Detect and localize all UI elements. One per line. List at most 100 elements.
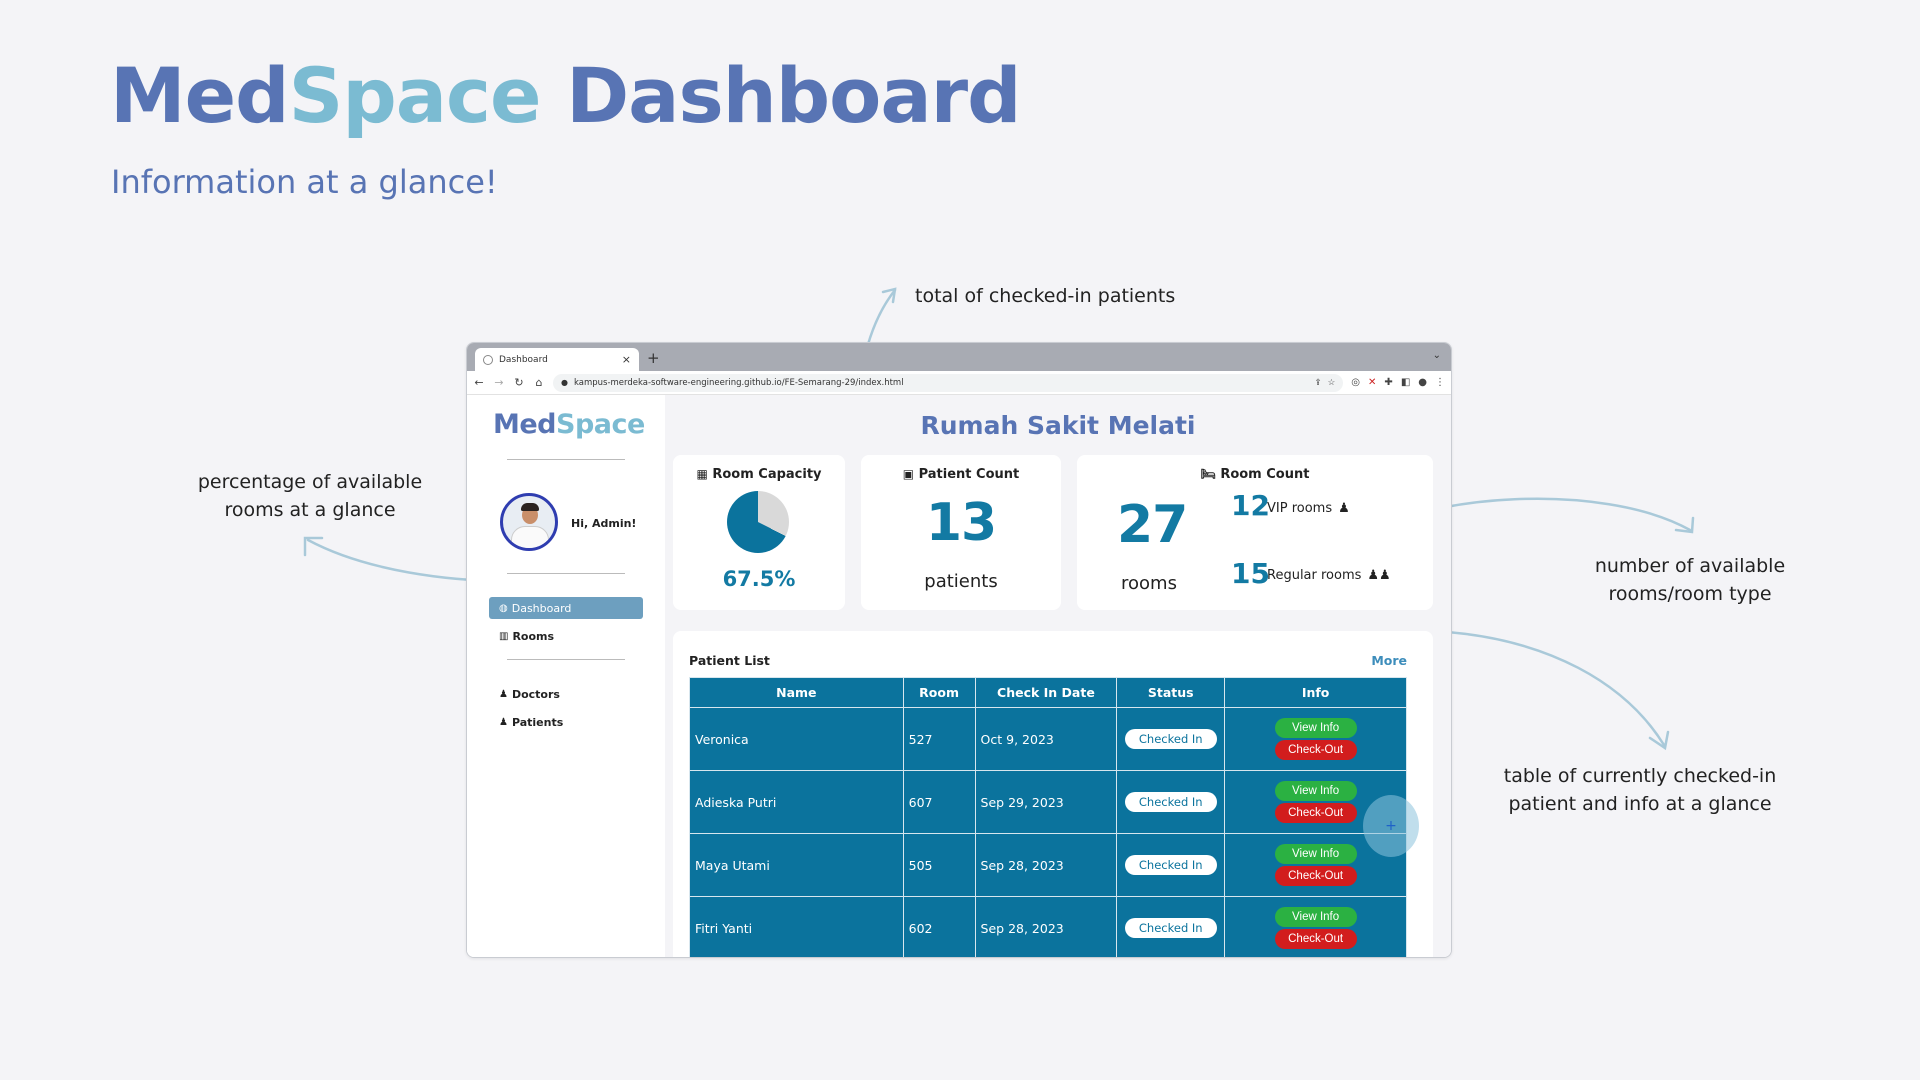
puzzle-icon[interactable]: ✚ — [1384, 377, 1392, 388]
patient-list-card: Patient List More Name Room Check In Dat… — [673, 631, 1433, 957]
patient-room: 527 — [902, 707, 976, 771]
vip-room-count: 12 — [1231, 489, 1270, 522]
people-icon: ♟♟ — [1367, 568, 1391, 583]
room-count-total: 27 — [1117, 495, 1188, 555]
patient-count-label: patients — [924, 571, 998, 592]
check-out-button[interactable]: Check-Out — [1274, 740, 1357, 760]
annotation-table: table of currently checked-in patient an… — [1470, 762, 1810, 818]
annotation-checked-in: total of checked-in patients — [915, 285, 1176, 307]
sidebar-item-rooms[interactable]: ▥ Rooms — [489, 625, 643, 647]
browser-window: Dashboard × + ⌄ ← → ↻ ⌂ ● kampus-merdeka… — [466, 342, 1452, 958]
more-link[interactable]: More — [1371, 653, 1407, 668]
sidebar-item-doctors[interactable]: ♟ Doctors — [489, 683, 643, 705]
sidebar-divider — [507, 459, 625, 460]
bed-icon: 🛏 — [1200, 467, 1216, 481]
check-out-button[interactable]: Check-Out — [1274, 866, 1357, 886]
table-row: Adieska Putri 607 Sep 29, 2023 Checked I… — [689, 770, 1407, 834]
url-field[interactable]: ● kampus-merdeka-software-engineering.gi… — [553, 373, 1344, 392]
view-info-button[interactable]: View Info — [1274, 781, 1357, 801]
new-tab-icon[interactable]: + — [647, 349, 660, 367]
brand-logo[interactable]: MedSpace — [493, 409, 645, 440]
avatar — [500, 493, 558, 551]
app-body: MedSpace Hi, Admin! ◍ Dashboard ▥ Rooms … — [467, 395, 1451, 957]
room-capacity-card: ▦ Room Capacity 67.5% — [673, 455, 845, 610]
vip-room-label-text: VIP rooms — [1267, 501, 1333, 516]
extension-icons: ◎ ✕ ✚ ◧ ● ⋮ — [1351, 377, 1445, 388]
status-cell: Checked In — [1116, 707, 1226, 771]
floating-add-button[interactable]: + — [1363, 795, 1419, 857]
check-out-button[interactable]: Check-Out — [1274, 803, 1357, 823]
person-icon: ♟ — [1338, 501, 1350, 516]
vip-room-label: VIP rooms ♟ — [1267, 501, 1350, 516]
info-cell: View Info Check-Out — [1224, 707, 1407, 771]
hospital-name: Rumah Sakit Melati — [920, 411, 1196, 440]
hero-title-space: Space — [288, 51, 542, 140]
column-header-room: Room — [902, 677, 976, 708]
capacity-pie-chart — [727, 491, 789, 553]
regular-room-label: Regular rooms ♟♟ — [1267, 568, 1391, 583]
status-cell: Checked In — [1116, 770, 1226, 834]
annotation-percentage-line1: percentage of available — [197, 471, 423, 493]
annotation-room-types: number of available rooms/room type — [1560, 552, 1820, 608]
browser-tab[interactable]: Dashboard × — [475, 348, 639, 371]
view-info-button[interactable]: View Info — [1274, 844, 1357, 864]
annotation-table-line1: table of currently checked-in — [1503, 765, 1777, 787]
patient-room: 505 — [902, 833, 976, 897]
back-icon[interactable]: ← — [473, 376, 485, 389]
sidebar-item-label: Dashboard — [511, 601, 572, 615]
hero-title-dashboard: Dashboard — [540, 51, 1022, 140]
room-count-title-text: Room Count — [1220, 467, 1310, 482]
table-header-row: Name Room Check In Date Status Info — [689, 677, 1407, 708]
chevron-down-icon[interactable]: ⌄ — [1433, 350, 1441, 361]
sidepanel-icon[interactable]: ◧ — [1401, 377, 1410, 388]
arrow-room-types-head — [1674, 516, 1695, 534]
reload-icon[interactable]: ↻ — [513, 376, 525, 389]
dashboard-icon: ◍ — [499, 602, 508, 614]
view-info-button[interactable]: View Info — [1274, 907, 1357, 927]
camera-icon[interactable]: ◎ — [1351, 377, 1360, 388]
kebab-menu-icon[interactable]: ⋮ — [1435, 377, 1445, 388]
patient-check-in-date: Sep 28, 2023 — [974, 896, 1118, 957]
profile-icon[interactable]: ● — [1418, 377, 1427, 388]
star-icon[interactable]: ☆ — [1328, 378, 1336, 388]
check-out-button[interactable]: Check-Out — [1274, 929, 1357, 949]
patient-bed-icon: ▣ — [902, 467, 915, 481]
arrow-percentage-head — [303, 536, 324, 557]
status-badge: Checked In — [1124, 792, 1217, 812]
column-header-check-in-date: Check In Date — [974, 677, 1118, 708]
table-row: Veronica 527 Oct 9, 2023 Checked In View… — [689, 707, 1407, 771]
sidebar-item-dashboard[interactable]: ◍ Dashboard — [489, 597, 643, 619]
forward-icon[interactable]: → — [493, 376, 505, 389]
view-info-button[interactable]: View Info — [1274, 718, 1357, 738]
annotation-table-line2: patient and info at a glance — [1508, 793, 1772, 815]
lock-icon: ● — [561, 378, 568, 387]
patient-room: 607 — [902, 770, 976, 834]
patient-count-title: ▣ Patient Count — [861, 467, 1061, 482]
hospital-building-icon: ▦ — [696, 467, 708, 481]
annotation-room-types-line1: number of available — [1594, 555, 1786, 577]
capacity-percentage: 67.5% — [722, 567, 796, 591]
close-icon[interactable]: × — [622, 353, 631, 366]
patient-check-in-date: Sep 28, 2023 — [974, 833, 1118, 897]
patient-check-in-date: Sep 29, 2023 — [974, 770, 1118, 834]
extension-red-icon[interactable]: ✕ — [1368, 377, 1376, 388]
info-cell: View Info Check-Out — [1224, 896, 1407, 957]
patient-count-title-text: Patient Count — [918, 467, 1020, 482]
sidebar-item-label: Rooms — [512, 629, 555, 643]
regular-room-count: 15 — [1231, 557, 1270, 590]
column-header-name: Name — [689, 677, 904, 708]
address-bar: ← → ↻ ⌂ ● kampus-merdeka-software-engine… — [467, 371, 1451, 395]
patient-count-value: 13 — [925, 493, 997, 553]
building-icon: ▥ — [499, 630, 509, 642]
brand-space: Space — [556, 409, 645, 440]
patient-check-in-date: Oct 9, 2023 — [974, 707, 1118, 771]
share-icon[interactable]: ⇪ — [1315, 378, 1322, 388]
hero-subtitle: Information at a glance! — [111, 163, 498, 201]
sidebar: MedSpace Hi, Admin! ◍ Dashboard ▥ Rooms … — [467, 395, 665, 957]
arrow-table-head — [1648, 730, 1670, 751]
home-icon[interactable]: ⌂ — [533, 376, 545, 389]
status-badge: Checked In — [1124, 855, 1217, 875]
regular-room-label-text: Regular rooms — [1267, 568, 1362, 583]
arrow-checked-in-head — [881, 287, 897, 304]
sidebar-item-patients[interactable]: ♟ Patients — [489, 711, 643, 733]
